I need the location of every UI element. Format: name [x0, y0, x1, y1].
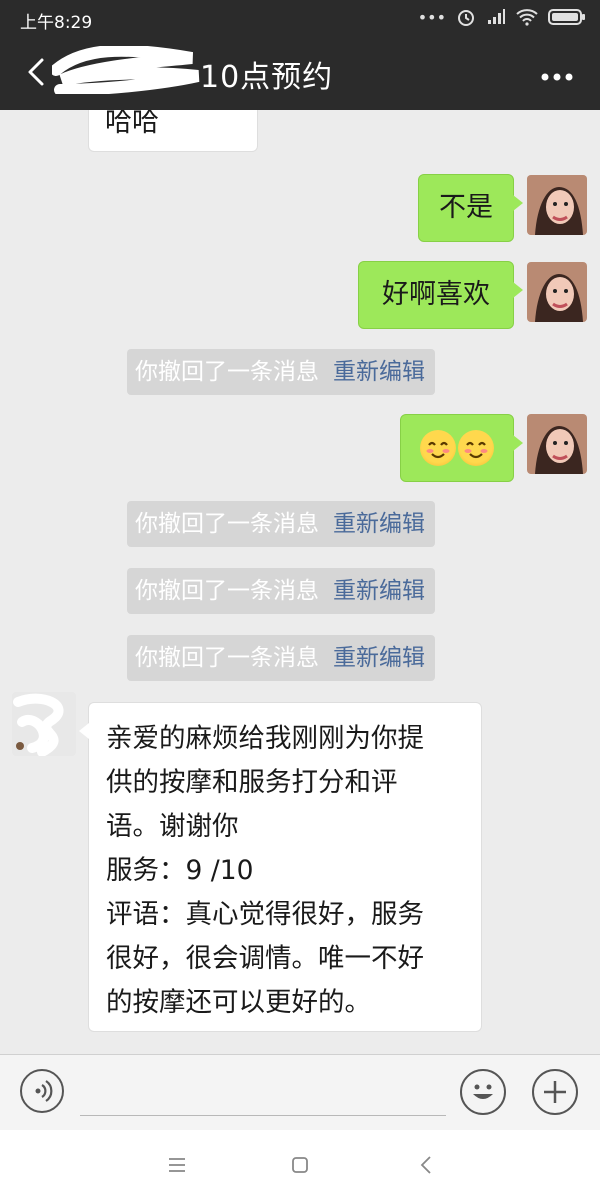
avatar-self[interactable]: [527, 175, 587, 235]
emoji-button[interactable]: [460, 1069, 506, 1115]
back-nav-button[interactable]: [411, 1150, 441, 1180]
recall-text: 你撤回了一条消息: [135, 511, 319, 537]
avatar-self[interactable]: [527, 262, 587, 322]
message-line: 供的按摩和服务打分和评: [106, 767, 398, 798]
message-line: 的按摩还可以更好的。: [106, 987, 371, 1018]
recall-notice: 你撤回了一条消息 重新编辑: [127, 568, 435, 614]
status-bar: 上午8:29 •••: [0, 0, 600, 36]
alarm-icon: [458, 10, 474, 26]
message-line: 服务：9 /10: [106, 855, 254, 886]
system-nav-bar: [0, 1130, 600, 1200]
message-text: 不是: [439, 192, 493, 223]
message-line: 亲爱的麻烦给我刚刚为你提: [106, 723, 424, 754]
chat-area[interactable]: 哈哈 不是 好啊喜欢 你撤回了一条消息 重新编辑 你撤回了一条消息 重新编辑 你…: [0, 110, 600, 1054]
battery-icon: [548, 9, 585, 25]
chat-title: 10点预约: [200, 60, 334, 95]
recall-text: 你撤回了一条消息: [135, 645, 319, 671]
more-dots-icon: [541, 73, 573, 81]
re-edit-link[interactable]: 重新编辑: [333, 511, 425, 537]
avatar-photo: [527, 414, 587, 474]
blush-emoji-icon: [458, 430, 494, 466]
back-arrow-icon: [420, 1156, 431, 1174]
recall-notice: 你撤回了一条消息 重新编辑: [127, 501, 435, 547]
redaction-scribble: [12, 692, 76, 756]
avatar-self[interactable]: [527, 414, 587, 474]
message-bubble-out[interactable]: 好啊喜欢: [358, 261, 523, 329]
re-edit-link[interactable]: 重新编辑: [333, 359, 425, 385]
message-line: 语。谢谢你: [106, 811, 239, 842]
blush-emoji-icon: [420, 430, 456, 466]
more-button[interactable]: [540, 56, 574, 89]
input-bar: [0, 1054, 600, 1131]
plus-button[interactable]: [532, 1069, 578, 1115]
avatar-photo: [527, 262, 587, 322]
home-nav-button[interactable]: [285, 1150, 315, 1180]
voice-button[interactable]: [20, 1069, 64, 1113]
notification-dots-icon: •••: [417, 7, 446, 27]
re-edit-link[interactable]: 重新编辑: [333, 645, 425, 671]
message-input[interactable]: [80, 1115, 446, 1116]
chat-header: 10点预约: [0, 36, 600, 110]
recall-notice: 你撤回了一条消息 重新编辑: [127, 349, 435, 395]
recall-text: 你撤回了一条消息: [135, 359, 319, 385]
status-time: 上午8:29: [20, 13, 93, 33]
redaction-scribble: [52, 46, 200, 94]
voice-icon: [35, 1080, 53, 1102]
message-line: 很好，很会调情。唯一不好: [106, 943, 424, 974]
avatar-photo: [527, 175, 587, 235]
message-bubble-out[interactable]: 不是: [418, 174, 523, 242]
recall-text: 你撤回了一条消息: [135, 578, 319, 604]
status-icons: •••: [418, 7, 586, 27]
signal-icon: [488, 9, 505, 24]
home-square-icon: [292, 1157, 308, 1173]
message-bubble-in[interactable]: 哈哈: [88, 110, 258, 152]
back-button[interactable]: [18, 54, 54, 90]
menu-icon: [169, 1158, 185, 1172]
chevron-left-icon: [28, 58, 44, 86]
emoji-icon: [473, 1084, 493, 1099]
avatar-contact[interactable]: [12, 692, 76, 756]
message-text: 哈哈: [105, 110, 159, 138]
message-bubble-out[interactable]: [400, 414, 523, 482]
message-text: 好啊喜欢: [382, 279, 490, 310]
menu-nav-button[interactable]: [162, 1150, 192, 1180]
re-edit-link[interactable]: 重新编辑: [333, 578, 425, 604]
message-bubble-in[interactable]: 亲爱的麻烦给我刚刚为你提 供的按摩和服务打分和评 语。谢谢你 服务：9 /10 …: [79, 702, 482, 1032]
plus-icon: [544, 1081, 566, 1103]
wifi-icon: [516, 9, 538, 26]
recall-notice: 你撤回了一条消息 重新编辑: [127, 635, 435, 681]
message-line: 评语：真心觉得很好，服务: [106, 899, 424, 930]
